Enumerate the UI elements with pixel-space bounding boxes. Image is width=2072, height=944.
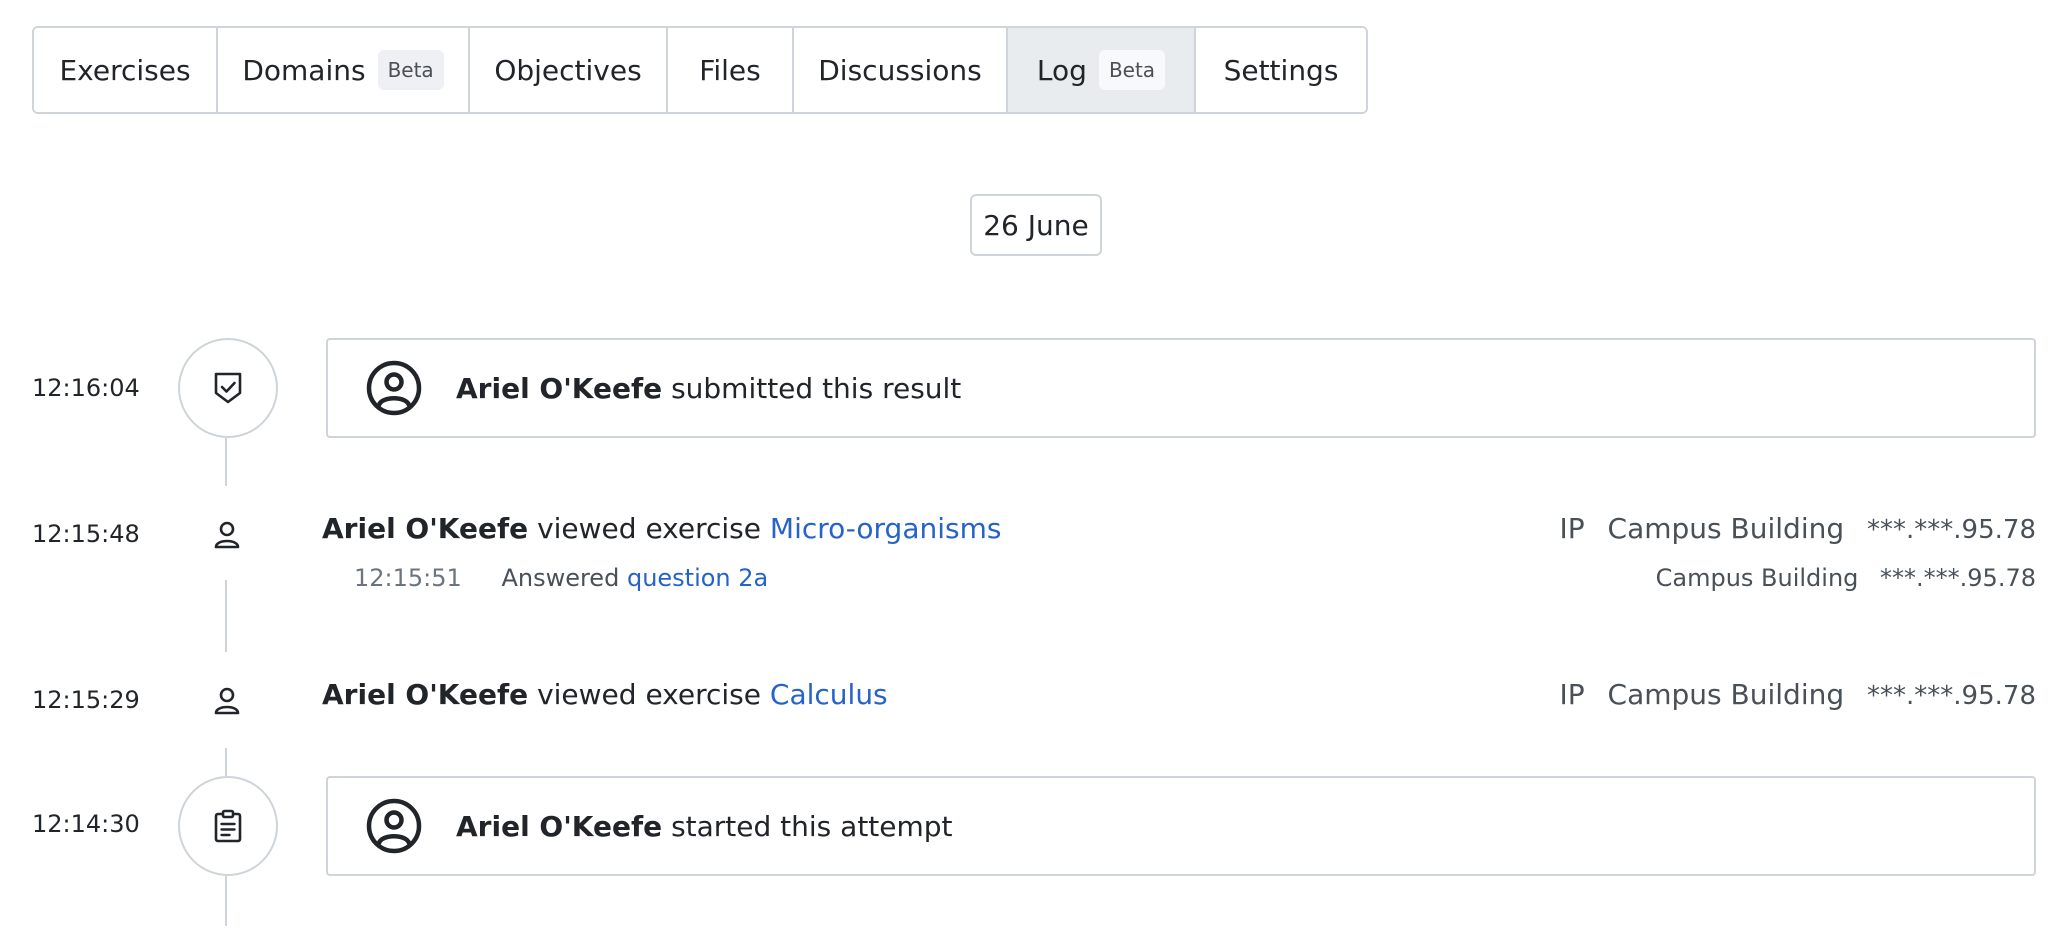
ip-label: IP xyxy=(1559,512,1585,545)
location: Campus Building xyxy=(1607,512,1845,545)
ip-address: ***.***.95.78 xyxy=(1880,564,2036,592)
event-description: Ariel O'Keefe started this attempt xyxy=(456,810,953,843)
event-time: 12:15:48 xyxy=(32,520,140,548)
clipboard-icon xyxy=(214,809,242,843)
ip-info: IP Campus Building ***.***.95.78 xyxy=(1559,678,2036,711)
user-name[interactable]: Ariel O'Keefe xyxy=(456,372,662,405)
tab-label: Log xyxy=(1036,53,1087,87)
event-time: 12:16:04 xyxy=(32,374,140,402)
sub-ip-info: Campus Building ***.***.95.78 xyxy=(1656,564,2036,592)
timeline-connector xyxy=(225,876,227,926)
timeline-connector xyxy=(225,438,227,486)
user-avatar-icon xyxy=(366,360,422,416)
tab-label: Domains xyxy=(242,53,366,87)
event-card-submitted: Ariel O'Keefe submitted this result xyxy=(326,338,2036,438)
tab-objectives[interactable]: Objectives xyxy=(470,28,668,112)
event-description: Ariel O'Keefe viewed exercise Micro-orga… xyxy=(322,512,1001,545)
tab-label: Objectives xyxy=(494,53,642,87)
user-icon xyxy=(212,686,242,716)
shield-check-icon xyxy=(214,372,242,404)
event-marker xyxy=(178,776,278,876)
sub-event: 12:15:51 Answered question 2a xyxy=(354,564,768,592)
sub-event-action: Answered xyxy=(501,564,620,592)
ip-info: IP Campus Building ***.***.95.78 xyxy=(1559,512,2036,545)
exercise-link[interactable]: Calculus xyxy=(770,678,888,711)
tab-log[interactable]: Log Beta xyxy=(1008,28,1196,112)
event-action: viewed exercise xyxy=(537,678,761,711)
event-description: Ariel O'Keefe viewed exercise Calculus xyxy=(322,678,888,711)
question-link[interactable]: question 2a xyxy=(627,564,768,592)
user-avatar-icon xyxy=(366,798,422,854)
event-action: submitted this result xyxy=(671,371,962,405)
tab-bar: Exercises Domains Beta Objectives Files … xyxy=(32,26,1368,114)
tab-files[interactable]: Files xyxy=(668,28,794,112)
location: Campus Building xyxy=(1607,678,1845,711)
exercise-link[interactable]: Micro-organisms xyxy=(770,512,1002,545)
tab-domains[interactable]: Domains Beta xyxy=(218,28,470,112)
user-name[interactable]: Ariel O'Keefe xyxy=(456,810,662,843)
beta-badge: Beta xyxy=(1098,50,1166,90)
timeline-connector xyxy=(225,580,227,652)
date-label: 26 June xyxy=(970,194,1102,256)
activity-log-page: Exercises Domains Beta Objectives Files … xyxy=(0,0,2072,944)
event-time: 12:15:29 xyxy=(32,686,140,714)
user-name[interactable]: Ariel O'Keefe xyxy=(322,512,528,545)
user-icon xyxy=(212,520,242,550)
tab-label: Settings xyxy=(1223,53,1339,87)
beta-badge: Beta xyxy=(377,50,444,90)
event-action: viewed exercise xyxy=(537,512,761,545)
tab-label: Exercises xyxy=(59,53,191,87)
event-marker xyxy=(178,338,278,438)
tab-discussions[interactable]: Discussions xyxy=(794,28,1008,112)
ip-label: IP xyxy=(1559,678,1585,711)
user-name[interactable]: Ariel O'Keefe xyxy=(322,678,528,711)
event-card-started: Ariel O'Keefe started this attempt xyxy=(326,776,2036,876)
event-time: 12:14:30 xyxy=(32,810,140,838)
event-action: started this attempt xyxy=(671,809,953,843)
sub-event-time: 12:15:51 xyxy=(354,564,462,592)
tab-settings[interactable]: Settings xyxy=(1196,28,1366,112)
ip-address: ***.***.95.78 xyxy=(1867,515,2036,545)
ip-address: ***.***.95.78 xyxy=(1867,681,2036,711)
tab-exercises[interactable]: Exercises xyxy=(34,28,218,112)
location: Campus Building xyxy=(1655,564,1859,592)
tab-label: Discussions xyxy=(818,53,982,87)
timeline-connector xyxy=(225,748,227,776)
tab-label: Files xyxy=(699,53,761,87)
event-description: Ariel O'Keefe submitted this result xyxy=(456,372,961,405)
